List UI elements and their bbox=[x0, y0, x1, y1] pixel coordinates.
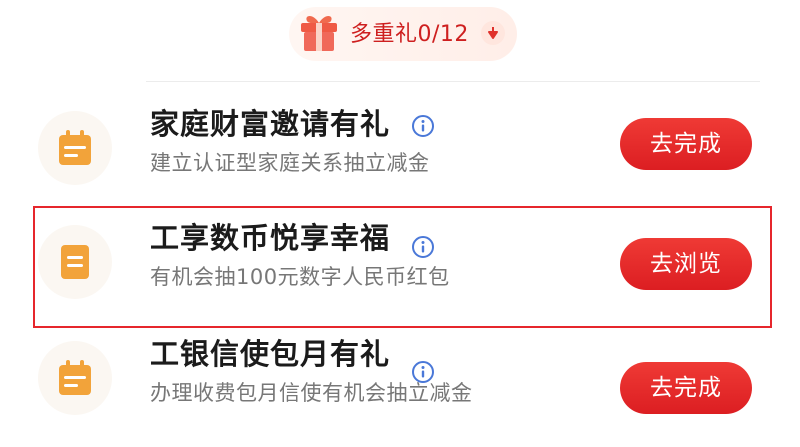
badge-label: 多重礼0/12 bbox=[350, 22, 469, 47]
calendar-icon bbox=[59, 360, 91, 395]
info-icon[interactable] bbox=[411, 114, 435, 138]
complete-button[interactable]: 去完成 bbox=[620, 362, 752, 414]
task-item-family-wealth: 家庭财富邀请有礼 建立认证型家庭关系抽立减金 去完成 bbox=[0, 90, 800, 202]
arrow-down-icon bbox=[481, 21, 505, 45]
gift-icon bbox=[301, 16, 337, 51]
task-title: 工银信使包月有礼 bbox=[150, 337, 391, 371]
complete-button[interactable]: 去完成 bbox=[620, 118, 752, 170]
calendar-icon bbox=[59, 130, 91, 165]
task-description: 办理收费包月信使有机会抽立减金 bbox=[150, 381, 473, 405]
task-icon-container bbox=[38, 341, 112, 415]
task-title: 家庭财富邀请有礼 bbox=[150, 107, 391, 141]
highlight-frame bbox=[33, 206, 772, 328]
task-description: 建立认证型家庭关系抽立减金 bbox=[150, 151, 430, 175]
divider bbox=[146, 81, 760, 82]
task-item-messenger-monthly: 工银信使包月有礼 办理收费包月信使有机会抽立减金 去完成 bbox=[0, 320, 800, 432]
task-icon-container bbox=[38, 111, 112, 185]
